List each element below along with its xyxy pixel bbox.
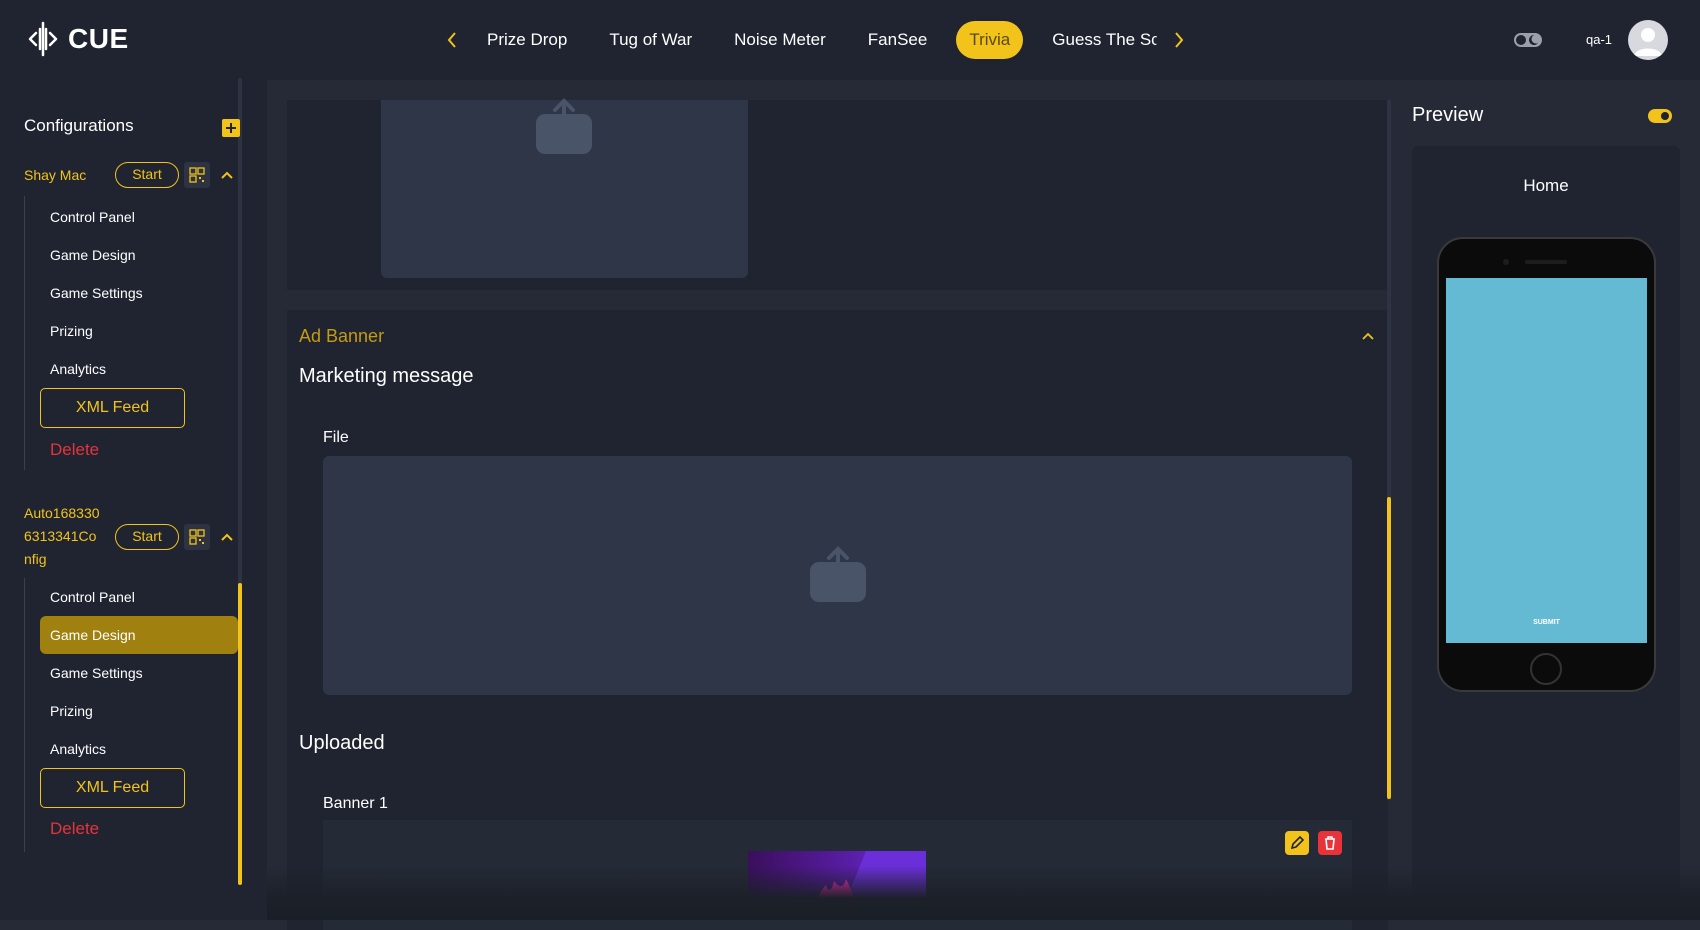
config-name-line: 6313341Co	[24, 528, 97, 544]
sidebar-title: Configurations	[24, 116, 134, 135]
qr-code-icon	[189, 167, 205, 183]
plus-icon	[226, 123, 236, 133]
tab-guess-the-score[interactable]: Guess The Sco	[1039, 21, 1157, 59]
config-name[interactable]: Auto168330 6313341Co nfig	[24, 502, 100, 571]
chevron-right-icon	[1175, 32, 1184, 48]
menu-item-game-settings[interactable]: Game Settings	[40, 654, 238, 692]
main-scrollbar-thumb[interactable]	[1387, 497, 1391, 799]
logo[interactable]: CUE	[24, 20, 129, 58]
trash-icon	[1325, 836, 1335, 850]
delete-config-link[interactable]: Delete	[50, 819, 99, 839]
qr-code-icon	[189, 529, 205, 545]
chevron-up-icon[interactable]	[219, 529, 235, 545]
menu-item-control-panel[interactable]: Control Panel	[40, 578, 238, 616]
config-tree-line	[24, 578, 25, 852]
file-label: File	[323, 429, 349, 446]
username[interactable]: qa-1	[1586, 32, 1612, 47]
phone-speaker	[1525, 260, 1567, 264]
uploaded-heading: Uploaded	[299, 732, 385, 754]
phone-submit-button: SUBMIT	[1533, 619, 1560, 626]
tab-trivia[interactable]: Trivia	[956, 21, 1024, 59]
menu-item-game-settings[interactable]: Game Settings	[40, 274, 238, 312]
game-nav: Prize Drop Tug of War Noise Meter FanSee…	[438, 20, 1193, 60]
upload-icon	[536, 98, 592, 154]
phone-home-button	[1530, 653, 1562, 685]
logo-text: CUE	[68, 23, 129, 54]
phone-camera	[1503, 259, 1509, 265]
menu-item-game-design[interactable]: Game Design	[40, 616, 238, 654]
bottom-fade	[267, 866, 1700, 920]
avatar[interactable]	[1628, 20, 1668, 60]
preview-toggle[interactable]	[1648, 109, 1672, 123]
banner-label: Banner 1	[323, 795, 388, 812]
delete-config-link[interactable]: Delete	[50, 440, 99, 460]
xml-feed-button[interactable]: XML Feed	[40, 388, 185, 428]
tab-noise-meter[interactable]: Noise Meter	[721, 21, 839, 59]
config-name-line: Auto168330	[24, 505, 100, 521]
preview-screen-name[interactable]: Home	[1412, 176, 1680, 196]
menu-item-analytics[interactable]: Analytics	[40, 730, 238, 768]
config-name[interactable]: Shay Mac	[24, 164, 86, 187]
chevron-left-icon	[447, 32, 456, 48]
config-tree-line	[24, 196, 25, 470]
marketing-message-heading: Marketing message	[299, 365, 474, 387]
user-icon	[1634, 28, 1662, 56]
menu-item-prizing[interactable]: Prizing	[40, 312, 238, 350]
chevron-up-icon[interactable]	[219, 167, 235, 183]
config-name-line: nfig	[24, 551, 47, 567]
upload-icon	[810, 546, 866, 602]
menu-item-game-design[interactable]: Game Design	[40, 236, 238, 274]
menu-item-prizing[interactable]: Prizing	[40, 692, 238, 730]
add-configuration-button[interactable]	[222, 119, 240, 137]
theme-toggle-icon[interactable]	[1513, 30, 1543, 50]
start-button[interactable]: Start	[115, 162, 179, 188]
tab-tug-of-war[interactable]: Tug of War	[596, 21, 705, 59]
qr-code-button[interactable]	[184, 162, 210, 188]
edit-banner-button[interactable]	[1285, 831, 1309, 855]
delete-banner-button[interactable]	[1318, 831, 1342, 855]
qr-code-button[interactable]	[184, 524, 210, 550]
phone-screen	[1446, 278, 1647, 643]
tab-prize-drop[interactable]: Prize Drop	[474, 21, 580, 59]
sound-wave-logo-icon	[28, 21, 58, 57]
sidebar-scrollbar-thumb[interactable]	[238, 583, 242, 885]
chevron-up-icon[interactable]	[1360, 328, 1376, 344]
start-button[interactable]: Start	[115, 524, 179, 550]
ad-banner-title[interactable]: Ad Banner	[299, 326, 384, 347]
preview-title: Preview	[1412, 104, 1484, 126]
tab-fansee[interactable]: FanSee	[855, 21, 941, 59]
nav-next-button[interactable]	[1165, 20, 1193, 60]
menu-item-analytics[interactable]: Analytics	[40, 350, 238, 388]
nav-prev-button[interactable]	[438, 20, 466, 60]
xml-feed-button[interactable]: XML Feed	[40, 768, 185, 808]
menu-item-control-panel[interactable]: Control Panel	[40, 198, 238, 236]
pencil-icon	[1290, 835, 1305, 850]
